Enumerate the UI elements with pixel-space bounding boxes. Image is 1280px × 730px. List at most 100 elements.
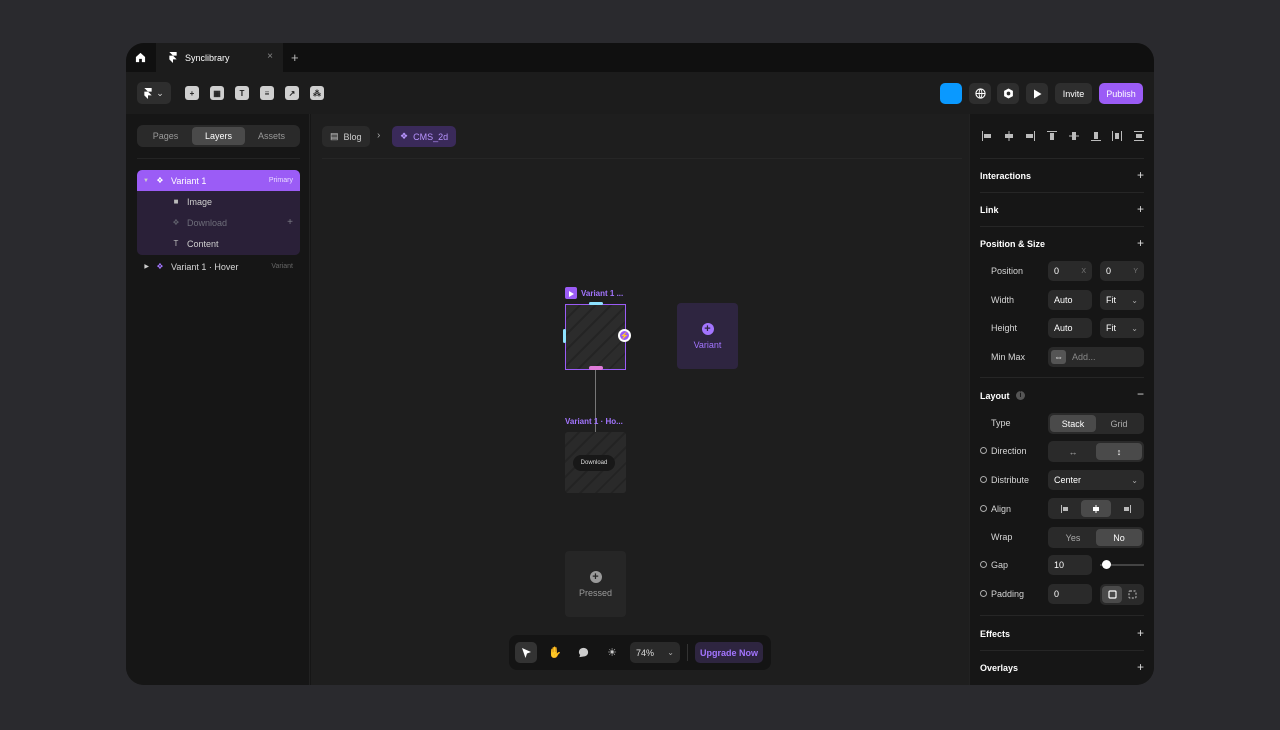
layer-image[interactable]: ■ Image [137,191,300,212]
comment-icon[interactable] [572,642,594,663]
distribute-vertical-icon[interactable] [1133,130,1145,142]
resize-handle-top[interactable] [589,302,603,305]
insert-icon[interactable]: + [185,86,199,100]
chevron-down-icon: ⌄ [1131,295,1138,305]
canvas[interactable]: ▤ Blog › ❖ CMS_2d Variant 1 ... ⚡ + Vari… [311,114,969,685]
padding-individual-icon[interactable] [1122,586,1142,603]
cursor-icon[interactable] [515,642,537,663]
add-effect-icon[interactable]: + [1137,626,1144,640]
align-start-icon[interactable] [1050,500,1081,517]
distribute-horizontal-icon[interactable] [1111,130,1123,142]
gap-variable-dot[interactable] [980,561,987,568]
align-left-icon[interactable] [981,130,993,142]
padding-field[interactable]: 0 [1048,584,1092,604]
align-center-v-icon[interactable] [1068,130,1080,142]
section-interactions[interactable]: Interactions [980,171,1031,181]
collapse-layout-icon[interactable]: − [1137,387,1144,401]
home-icon[interactable] [126,43,155,72]
align-center-icon[interactable] [1080,500,1112,517]
play-icon[interactable] [565,287,577,299]
layer-content[interactable]: T Content [137,233,300,254]
align-end-icon[interactable] [1111,500,1142,517]
add-variant-button[interactable]: + Variant [677,303,738,369]
hover-variant-label[interactable]: Variant 1 · Ho... [565,417,623,426]
layer-variant-1[interactable]: ▼ ❖ Variant 1 Primary [137,170,300,191]
components-icon[interactable]: ⁂ [310,86,324,100]
framer-menu-button[interactable]: ⌄ [137,82,171,104]
section-overlays[interactable]: Overlays [980,663,1018,673]
primary-variant-frame[interactable] [565,304,626,370]
tab-assets[interactable]: Assets [245,127,298,145]
add-position-icon[interactable]: + [1137,236,1144,250]
download-button[interactable]: Download [573,455,615,471]
direction-vertical-icon[interactable]: ↕ [1096,443,1142,460]
type-grid[interactable]: Grid [1096,415,1142,432]
layer-badge: Variant [271,263,293,270]
section-position-size[interactable]: Position & Size [980,239,1045,249]
wrap-no[interactable]: No [1096,529,1142,546]
align-bottom-icon[interactable] [1090,130,1102,142]
minmax-field[interactable]: ⇔ Add... [1048,347,1144,367]
upgrade-button[interactable]: Upgrade Now [695,642,763,663]
align-top-icon[interactable] [1046,130,1058,142]
play-icon[interactable] [1026,83,1048,104]
resize-handle-bottom[interactable] [589,366,603,370]
resize-handle-left[interactable] [563,329,566,343]
sun-icon[interactable]: ☀ [601,642,623,663]
add-link-icon[interactable]: + [1137,202,1144,216]
tab-synclibrary[interactable]: Synclibrary × [156,43,283,72]
add-icon[interactable]: + [287,217,293,228]
interaction-bolt-icon[interactable]: ⚡ [618,329,631,342]
gap-field[interactable]: 10 [1048,555,1092,575]
cms-icon[interactable]: ≡ [260,86,274,100]
layout-icon[interactable]: ▦ [210,86,224,100]
align-right-icon[interactable] [1024,130,1036,142]
direction-variable-dot[interactable] [980,447,987,454]
position-x-field[interactable]: 0 X [1048,261,1092,281]
align-variable-dot[interactable] [980,505,987,512]
section-layout[interactable]: Layout [980,391,1010,401]
gap-slider[interactable] [1100,560,1144,569]
breadcrumb-cms[interactable]: ❖ CMS_2d [392,126,457,147]
type-stack[interactable]: Stack [1050,415,1096,432]
text-icon[interactable]: T [235,86,249,100]
position-y-field[interactable]: 0 Y [1100,261,1144,281]
hand-icon[interactable]: ✋ [544,642,566,663]
add-overlay-icon[interactable]: + [1137,660,1144,674]
distribute-select[interactable]: Center ⌄ [1048,470,1144,490]
padding-uniform-icon[interactable] [1102,586,1122,603]
width-field[interactable]: Auto [1048,290,1092,310]
direction-horizontal-icon[interactable]: ↔ [1050,443,1096,460]
padding-variable-dot[interactable] [980,590,987,597]
section-effects[interactable]: Effects [980,629,1010,639]
breadcrumb-blog[interactable]: ▤ Blog [322,126,370,147]
add-pressed-variant-button[interactable]: + Pressed [565,551,626,617]
wrap-yes[interactable]: Yes [1050,529,1096,546]
primary-variant-label[interactable]: Variant 1 ... [581,289,623,298]
settings-icon[interactable] [997,83,1019,104]
add-interaction-icon[interactable]: + [1137,168,1144,182]
layer-label: Image [187,196,213,207]
new-tab-icon[interactable]: + [291,50,299,65]
layer-download[interactable]: ❖ Download + [137,212,300,233]
info-icon[interactable]: i [1016,391,1025,400]
width-mode-select[interactable]: Fit ⌄ [1100,290,1144,310]
color-swatch[interactable] [940,83,962,104]
slider-knob[interactable] [1102,560,1111,569]
height-mode-select[interactable]: Fit ⌄ [1100,318,1144,338]
expand-triangle-icon[interactable]: ▶ [137,263,149,270]
expand-triangle-icon[interactable]: ▼ [137,178,149,184]
section-link[interactable]: Link [980,205,999,215]
close-icon[interactable]: × [267,51,273,62]
tab-layers[interactable]: Layers [192,127,245,145]
publish-button[interactable]: Publish [1099,83,1143,104]
height-field[interactable]: Auto [1048,318,1092,338]
zoom-select[interactable]: 74% ⌄ [630,642,680,663]
align-center-h-icon[interactable] [1003,130,1015,142]
link-icon[interactable]: ↗ [285,86,299,100]
distribute-variable-dot[interactable] [980,476,987,483]
invite-button[interactable]: Invite [1055,83,1092,104]
globe-icon[interactable] [969,83,991,104]
tab-pages[interactable]: Pages [139,127,192,145]
layer-variant-1-hover[interactable]: ▶ ❖ Variant 1 · Hover Variant [137,256,300,277]
